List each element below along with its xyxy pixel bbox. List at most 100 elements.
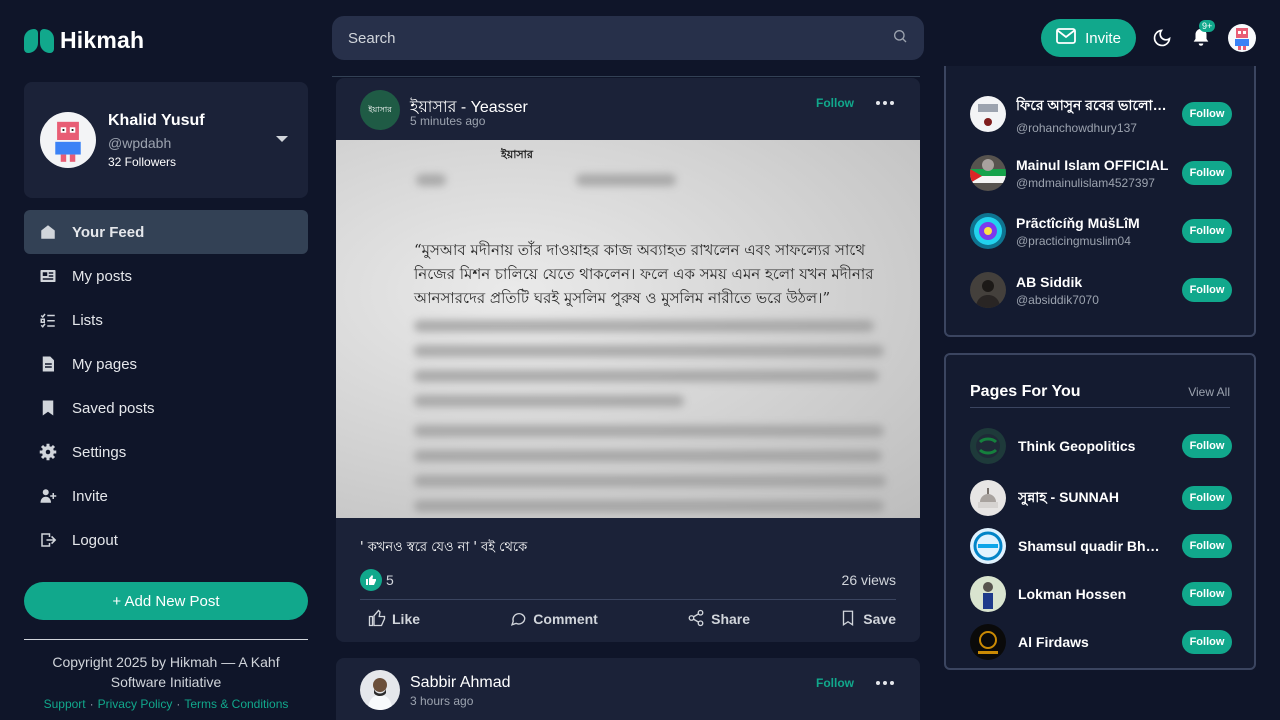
share-button-label: Share (711, 611, 751, 627)
sidebar-item-invite[interactable]: Invite (24, 474, 308, 518)
follow-button[interactable]: Follow (816, 676, 854, 690)
user-plus-icon (38, 486, 58, 506)
like-count: 5 (386, 572, 394, 588)
logout-icon (38, 530, 58, 550)
post-author-name[interactable]: Sabbir Ahmad (410, 674, 511, 692)
list-item[interactable]: AB Siddik @absiddik7070 Follow (970, 270, 1232, 310)
like-icon (368, 609, 386, 630)
avatar (970, 213, 1006, 249)
sidebar-item-label: Logout (72, 531, 118, 549)
more-options-icon[interactable] (876, 681, 894, 685)
home-icon (38, 222, 58, 242)
user-avatar[interactable] (1228, 24, 1256, 52)
view-count: 26 views (841, 572, 896, 588)
app-name: Hikmah (60, 27, 145, 53)
page-name: Al Firdaws (1018, 634, 1089, 650)
sidebar-item-label: My pages (72, 355, 138, 373)
follow-button[interactable]: Follow (1182, 278, 1232, 302)
avatar (970, 428, 1006, 464)
search-input[interactable] (348, 29, 868, 47)
sidebar-item-logout[interactable]: Logout (24, 518, 308, 562)
thumbs-up-icon (360, 569, 382, 591)
checklist-icon (38, 310, 58, 330)
sidebar-item-lists[interactable]: Lists (24, 298, 308, 342)
avatar (40, 112, 96, 168)
post-time: 5 minutes ago (410, 114, 486, 128)
avatar (970, 576, 1006, 612)
account-name: AB Siddik (1016, 273, 1083, 290)
support-link[interactable]: Support (44, 697, 86, 711)
share-button[interactable]: Share (687, 609, 750, 630)
follow-button[interactable]: Follow (1182, 161, 1232, 185)
avatar (970, 272, 1006, 308)
comment-button[interactable]: Comment (509, 609, 598, 630)
list-item[interactable]: Lokman Hossen Follow (970, 576, 1232, 612)
comment-button-label: Comment (533, 611, 598, 627)
sidebar-item-saved-posts[interactable]: Saved posts (24, 386, 308, 430)
post-time: 3 hours ago (410, 694, 474, 708)
add-new-post-button[interactable]: + Add New Post (24, 582, 308, 620)
list-item[interactable]: ফিরে আসুন রবের ভালোবাসায় @rohanchowdhur… (970, 94, 1232, 135)
follow-button[interactable]: Follow (1182, 582, 1232, 606)
follow-button[interactable]: Follow (1182, 219, 1232, 243)
list-item[interactable]: Think Geopolitics Follow (970, 428, 1232, 464)
like-button-label: Like (392, 611, 421, 627)
post-author-avatar[interactable]: ইয়াসার (360, 90, 400, 130)
moon-icon[interactable] (1152, 28, 1172, 53)
chevron-down-icon[interactable] (276, 136, 288, 142)
follow-button[interactable]: Follow (1182, 102, 1232, 126)
follow-button[interactable]: Follow (1182, 486, 1232, 510)
list-item[interactable]: Prãctîcíňg MūšLîM @practicingmuslim04 Fo… (970, 211, 1232, 251)
sidebar-nav: Your Feed My posts Lists My pages Saved … (24, 210, 308, 562)
mail-icon (1056, 28, 1076, 48)
account-name: Mainul Islam OFFICIAL (1016, 156, 1169, 173)
search-bar[interactable] (332, 16, 924, 60)
profile-followers: 32 Followers (108, 154, 177, 169)
account-name: ফিরে আসুন রবের ভালোবাসায় (1016, 96, 1170, 113)
invite-button-label: Invite (1085, 29, 1121, 47)
save-button[interactable]: Save (839, 609, 896, 630)
pages-for-you-panel: Pages For You View All Think Geopolitics… (944, 353, 1256, 670)
post-card: ইয়াসার ইয়াসার - Yeasser 5 minutes ago … (336, 78, 920, 642)
profile-card[interactable]: Khalid Yusuf @wpdabh 32 Followers (24, 82, 308, 198)
sidebar-item-label: Lists (72, 311, 103, 329)
sidebar-item-your-feed[interactable]: Your Feed (24, 210, 308, 254)
account-name: Prãctîcíňg MūšLîM (1016, 214, 1140, 231)
list-item[interactable]: Al Firdaws Follow (970, 624, 1232, 660)
bookmark-icon (38, 398, 58, 418)
gear-icon (38, 442, 58, 462)
terms-link[interactable]: Terms & Conditions (184, 697, 288, 711)
privacy-policy-link[interactable]: Privacy Policy (98, 697, 173, 711)
newspaper-icon (38, 266, 58, 286)
footer-links: Support · Privacy Policy · Terms & Condition… (43, 697, 289, 711)
avatar (970, 480, 1006, 516)
document-icon (38, 354, 58, 374)
profile-handle: @wpdabh (108, 134, 172, 151)
view-all-link[interactable]: View All (1188, 385, 1230, 399)
avatar (970, 528, 1006, 564)
sidebar-item-my-pages[interactable]: My pages (24, 342, 308, 386)
follow-button[interactable]: Follow (1182, 434, 1232, 458)
like-button[interactable]: Like (368, 609, 420, 630)
search-icon[interactable] (892, 28, 908, 49)
post-author-avatar[interactable] (360, 670, 400, 710)
follow-button[interactable]: Follow (1182, 630, 1232, 654)
app-logo[interactable]: Hikmah (24, 27, 144, 54)
sidebar-item-settings[interactable]: Settings (24, 430, 308, 474)
sidebar-item-my-posts[interactable]: My posts (24, 254, 308, 298)
more-options-icon[interactable] (876, 101, 894, 105)
page-name: Shamsul quadir Bhuiyan (1018, 538, 1166, 554)
account-handle: @practicingmuslim04 (1016, 233, 1131, 248)
follow-button[interactable]: Follow (1182, 534, 1232, 558)
post-caption: ' কখনও স্বরে যেও না ' বই থেকে (360, 540, 528, 555)
account-handle: @rohanchowdhury137 (1016, 120, 1137, 135)
post-author-avatar-text: ইয়াসার (368, 104, 392, 114)
suggested-accounts-panel: ফিরে আসুন রবের ভালোবাসায় @rohanchowdhur… (944, 66, 1256, 337)
invite-button[interactable]: Invite (1041, 19, 1136, 57)
post-image[interactable]: ইয়াসার “মুসআব মদীনায় তাঁর দাওয়াহর কাজ… (336, 140, 920, 518)
follow-button[interactable]: Follow (816, 96, 854, 110)
list-item[interactable]: Mainul Islam OFFICIAL @mdmainulislam4527… (970, 153, 1232, 193)
logo-icon (24, 28, 54, 53)
list-item[interactable]: সুন্নাহ - SUNNAH Follow (970, 480, 1232, 516)
list-item[interactable]: Shamsul quadir Bhuiyan Follow (970, 528, 1232, 564)
